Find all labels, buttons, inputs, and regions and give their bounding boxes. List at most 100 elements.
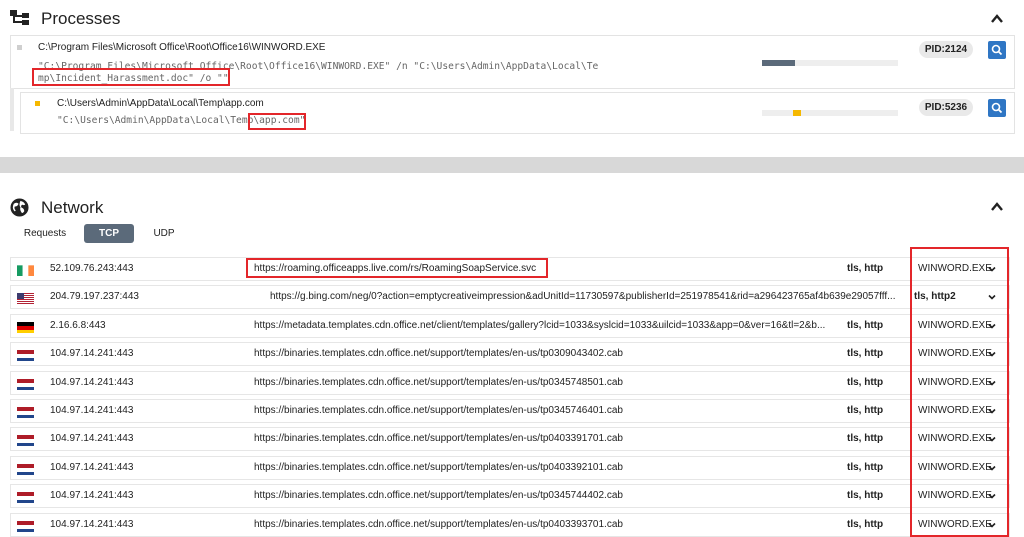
network-row[interactable]: 104.97.14.241:443 https://binaries.templ… [10, 399, 1010, 423]
process-card-winword[interactable]: C:\Program Files\Microsoft Office\Root\O… [10, 35, 1015, 89]
country-flag-icon [17, 520, 34, 532]
tab-requests[interactable]: Requests [20, 224, 70, 243]
country-flag-icon [17, 264, 34, 276]
connection-protocol: tls, http [847, 263, 884, 274]
tab-tcp[interactable]: TCP [84, 224, 134, 243]
connection-process: WINWORD.EXE [918, 461, 992, 473]
connection-url: https://binaries.templates.cdn.office.ne… [254, 405, 623, 416]
processes-title: Processes [41, 9, 121, 28]
country-flag-icon [17, 378, 34, 390]
country-flag-icon [17, 292, 34, 305]
country-flag-icon [17, 321, 34, 333]
connection-url: https://roaming.officeapps.live.com/rs/R… [254, 263, 537, 274]
connection-ip: 104.97.14.241:443 [50, 461, 134, 473]
pid-badge: PID:2124 [919, 41, 973, 58]
connection-url: https://binaries.templates.cdn.office.ne… [254, 376, 623, 388]
process-path: C:\Program Files\Microsoft Office\Root\O… [38, 42, 326, 53]
connection-url: https://binaries.templates.cdn.office.ne… [254, 490, 623, 502]
connection-url: https://g.bing.com/neg/0?action=emptycre… [270, 291, 896, 303]
connection-url: https://binaries.templates.cdn.office.ne… [254, 461, 623, 473]
country-flag-icon [17, 463, 34, 475]
connection-ip: 104.97.14.241:443 [50, 348, 134, 360]
connection-protocol: tls, http [847, 461, 884, 473]
connection-process: WINWORD.EXE [918, 405, 992, 416]
chevron-down-icon[interactable] [988, 435, 996, 443]
country-flag-icon [17, 491, 34, 504]
country-flag-icon [17, 406, 34, 418]
process-path: C:\Users\Admin\AppData\Local\Temp\app.co… [57, 98, 264, 109]
chevron-down-icon[interactable] [988, 379, 996, 387]
connection-process: WINWORD.EXE [918, 376, 992, 388]
connection-protocol: tls, http [847, 405, 884, 416]
process-activity-marker [793, 110, 801, 116]
chevron-down-icon[interactable] [988, 407, 996, 415]
network-row[interactable]: 104.97.14.241:443 https://binaries.templ… [10, 342, 1010, 367]
connection-protocol: tls, http2 [914, 291, 956, 303]
pid-badge: PID:5236 [919, 99, 973, 116]
process-tree-icon [10, 10, 29, 25]
connection-ip: 104.97.14.241:443 [50, 518, 134, 530]
chevron-down-icon[interactable] [988, 322, 996, 330]
process-indicator [35, 101, 40, 106]
process-command-line: "C:\Program Files\Microsoft Office\Root\… [38, 61, 599, 72]
connection-url: https://binaries.templates.cdn.office.ne… [254, 348, 623, 360]
chevron-down-icon[interactable] [988, 350, 996, 358]
network-row[interactable]: 104.97.14.241:443 https://binaries.templ… [10, 427, 1010, 452]
connection-process: WINWORD.EXE [918, 348, 992, 360]
search-icon [991, 102, 1003, 114]
process-command-line-cont: mp\Incident_Harassment.doc" /o "" [38, 73, 229, 84]
connection-protocol: tls, http [847, 518, 884, 530]
country-flag-icon [17, 434, 34, 447]
network-title: Network [41, 198, 104, 217]
process-search-button[interactable] [988, 99, 1006, 117]
connection-process: WINWORD.EXE [918, 490, 992, 502]
connection-ip: 104.97.14.241:443 [50, 433, 134, 445]
network-row[interactable]: 104.97.14.241:443 https://binaries.templ… [10, 484, 1010, 509]
collapse-processes-icon[interactable] [990, 12, 1004, 26]
section-divider [0, 157, 1024, 173]
network-row[interactable]: 104.97.14.241:443 https://binaries.templ… [10, 370, 1010, 395]
connection-ip: 2.16.6.8:443 [50, 319, 106, 331]
network-row[interactable]: 204.79.197.237:443 https://g.bing.com/ne… [10, 285, 1010, 310]
network-row[interactable]: 104.97.14.241:443 https://binaries.templ… [10, 512, 1010, 537]
chevron-down-icon[interactable] [988, 265, 996, 273]
connection-ip: 104.97.14.241:443 [50, 376, 134, 388]
connection-ip: 104.97.14.241:443 [50, 490, 134, 502]
connection-protocol: tls, http [847, 348, 884, 360]
connection-url: https://binaries.templates.cdn.office.ne… [254, 518, 623, 530]
processes-section: Processes C:\Program Files\Microsoft Off… [0, 0, 1024, 157]
process-tree-connector [10, 88, 14, 131]
process-indicator [17, 45, 22, 50]
process-search-button[interactable] [988, 41, 1006, 59]
connection-ip: 52.109.76.243:443 [50, 263, 134, 274]
connection-process: WINWORD.EXE [918, 263, 992, 274]
connection-protocol: tls, http [847, 433, 884, 445]
process-activity-fill [762, 60, 795, 66]
network-row[interactable]: 2.16.6.8:443 https://metadata.templates.… [10, 313, 1010, 338]
connection-process: WINWORD.EXE [918, 518, 992, 530]
process-activity-bar [762, 60, 898, 66]
search-icon [991, 44, 1003, 56]
connection-protocol: tls, http [847, 376, 884, 388]
connection-url: https://binaries.templates.cdn.office.ne… [254, 433, 623, 445]
chevron-down-icon[interactable] [988, 464, 996, 472]
chevron-down-icon[interactable] [988, 521, 996, 529]
connection-protocol: tls, http [847, 490, 884, 502]
country-flag-icon [17, 349, 34, 362]
connection-process: WINWORD.EXE [918, 433, 992, 445]
process-command-line: "C:\Users\Admin\AppData\Local\Temp\app.c… [57, 115, 306, 126]
network-row[interactable]: 104.97.14.241:443 https://binaries.templ… [10, 455, 1010, 480]
network-section: Network Requests TCP UDP 52.109.76.243:4… [0, 173, 1024, 537]
process-activity-bar [762, 110, 898, 116]
connection-process: WINWORD.EXE [918, 319, 992, 331]
tab-udp[interactable]: UDP [146, 224, 182, 243]
globe-icon [10, 198, 29, 217]
connection-url: https://metadata.templates.cdn.office.ne… [254, 319, 826, 331]
process-card-app-com[interactable]: C:\Users\Admin\AppData\Local\Temp\app.co… [20, 92, 1015, 134]
chevron-down-icon[interactable] [988, 492, 996, 500]
connection-ip: 204.79.197.237:443 [50, 291, 139, 303]
connection-ip: 104.97.14.241:443 [50, 405, 134, 416]
chevron-down-icon[interactable] [988, 293, 996, 301]
collapse-network-icon[interactable] [990, 200, 1004, 214]
network-row[interactable]: 52.109.76.243:443 https://roaming.office… [10, 257, 1010, 281]
